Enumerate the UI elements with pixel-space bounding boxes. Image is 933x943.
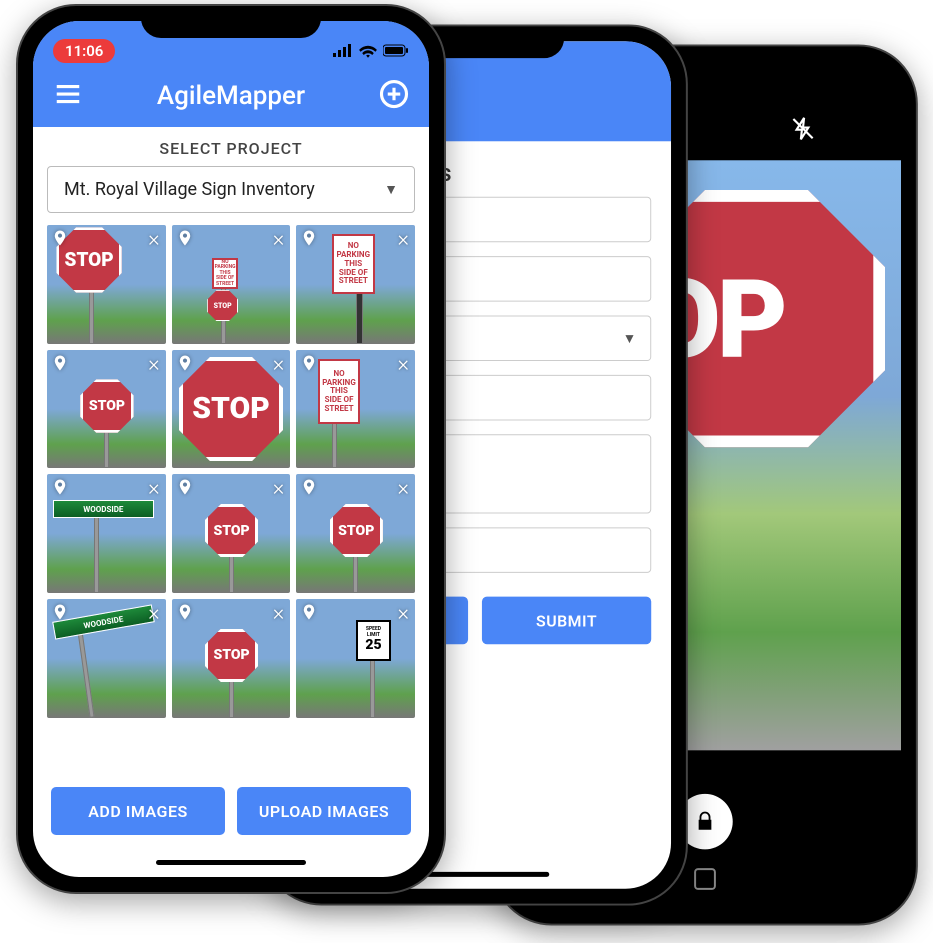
cellular-icon	[333, 44, 353, 58]
remove-icon[interactable]: ×	[273, 229, 285, 251]
image-thumbnail[interactable]: ×WOODSIDE	[47, 599, 166, 718]
remove-icon[interactable]: ×	[148, 478, 160, 500]
image-grid: ×STOP×NO PARKING THIS SIDE OF STREETSTOP…	[33, 225, 429, 718]
pin-icon	[300, 354, 318, 372]
home-indicator[interactable]	[156, 860, 306, 865]
select-label: SELECT PROJECT	[33, 127, 429, 166]
gallery-screen: 11:06 AgileMapper SELECT PROJECT Mt. Roy…	[33, 21, 429, 877]
wifi-icon	[359, 44, 377, 58]
add-icon[interactable]	[379, 79, 409, 113]
pin-icon	[176, 478, 194, 496]
remove-icon[interactable]: ×	[397, 478, 409, 500]
bottom-actions: ADD IMAGES UPLOAD IMAGES	[33, 787, 429, 835]
remove-icon[interactable]: ×	[273, 603, 285, 625]
project-select-value: Mt. Royal Village Sign Inventory	[64, 179, 315, 200]
add-images-button[interactable]: ADD IMAGES	[51, 787, 225, 835]
image-thumbnail[interactable]: ×SPEEDLIMIT25	[296, 599, 415, 718]
remove-icon[interactable]: ×	[273, 354, 285, 376]
notch	[141, 6, 321, 38]
pin-icon	[51, 229, 69, 247]
menu-icon[interactable]	[53, 79, 83, 113]
pin-icon	[300, 478, 318, 496]
pin-icon	[51, 603, 69, 621]
status-time: 11:06	[53, 39, 115, 63]
chevron-down-icon: ▼	[384, 181, 398, 198]
image-thumbnail[interactable]: ×STOP	[47, 225, 166, 344]
remove-icon[interactable]: ×	[397, 603, 409, 625]
image-thumbnail[interactable]: ×STOP	[47, 350, 166, 469]
remove-icon[interactable]: ×	[148, 229, 160, 251]
pin-icon	[176, 603, 194, 621]
image-thumbnail[interactable]: ×STOP	[172, 474, 291, 593]
app-title: AgileMapper	[157, 81, 305, 111]
upload-images-button[interactable]: UPLOAD IMAGES	[237, 787, 411, 835]
image-thumbnail[interactable]: ×WOODSIDE	[47, 474, 166, 593]
remove-icon[interactable]: ×	[397, 354, 409, 376]
remove-icon[interactable]: ×	[397, 229, 409, 251]
pin-icon	[176, 354, 194, 372]
remove-icon[interactable]: ×	[148, 354, 160, 376]
chevron-down-icon: ▼	[623, 330, 637, 347]
battery-icon	[383, 44, 409, 58]
pin-icon	[51, 478, 69, 496]
image-thumbnail[interactable]: ×NO PARKING THIS SIDE OF STREET	[296, 225, 415, 344]
image-thumbnail[interactable]: ×NO PARKING THIS SIDE OF STREET	[296, 350, 415, 469]
pin-icon	[300, 603, 318, 621]
remove-icon[interactable]: ×	[148, 603, 160, 625]
image-thumbnail[interactable]: ×STOP	[172, 350, 291, 469]
image-thumbnail[interactable]: ×STOP	[296, 474, 415, 593]
image-thumbnail[interactable]: ×STOP	[172, 599, 291, 718]
pin-icon	[51, 354, 69, 372]
status-icons	[333, 44, 409, 58]
flash-off-icon[interactable]	[790, 116, 816, 146]
submit-button[interactable]: SUBMIT	[482, 597, 651, 645]
pin-icon	[300, 229, 318, 247]
project-select[interactable]: Mt. Royal Village Sign Inventory ▼	[47, 166, 415, 213]
image-thumbnail[interactable]: ×NO PARKING THIS SIDE OF STREETSTOP	[172, 225, 291, 344]
phone-mockup-gallery: 11:06 AgileMapper SELECT PROJECT Mt. Roy…	[16, 4, 446, 894]
pin-icon	[176, 229, 194, 247]
remove-icon[interactable]: ×	[273, 478, 285, 500]
nav-square-icon[interactable]	[694, 868, 716, 890]
